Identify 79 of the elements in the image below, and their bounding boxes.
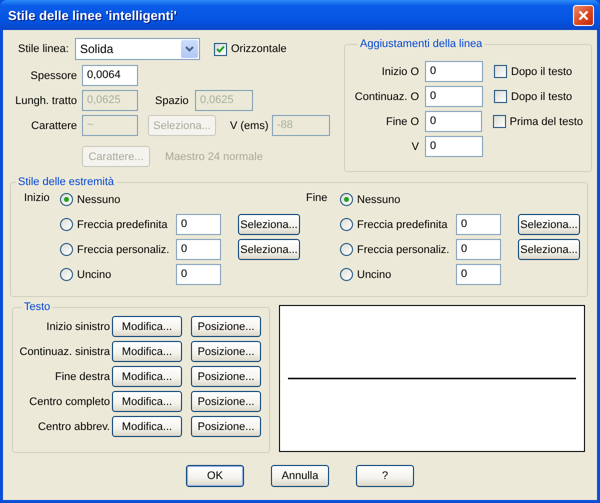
radio-label: Uncino: [357, 268, 392, 280]
group-title: Testo: [23, 301, 52, 313]
radio-button[interactable]: [340, 268, 353, 281]
font-name-label: Maestro 24 normale: [165, 150, 263, 162]
radio-label: Freccia personaliz.: [77, 244, 170, 256]
checkbox[interactable]: [494, 90, 507, 103]
radio-label: Nessuno: [77, 194, 122, 206]
button[interactable]: Posizione...: [191, 416, 261, 437]
style-dropdown[interactable]: Solida: [75, 38, 200, 60]
button[interactable]: Modifica...: [112, 416, 182, 437]
input-field[interactable]: 0: [425, 61, 483, 82]
button[interactable]: OK: [186, 465, 244, 487]
input-field[interactable]: 0: [176, 214, 221, 235]
field-label: V: [410, 140, 419, 152]
radio-label: Uncino: [77, 268, 112, 280]
checkbox-label: Orizzontale: [231, 43, 287, 55]
button[interactable]: ?: [356, 465, 414, 487]
radio-button[interactable]: [60, 268, 73, 281]
radio-button[interactable]: [60, 193, 73, 206]
button[interactable]: Annulla: [271, 465, 329, 487]
field-label: Stile linea:: [18, 43, 70, 55]
field-label: Inizio O: [380, 66, 419, 78]
radio-button[interactable]: [340, 193, 353, 206]
input-field[interactable]: 0: [176, 239, 221, 260]
close-button[interactable]: [573, 4, 594, 26]
field-label: Carattere: [30, 120, 77, 132]
button[interactable]: Posizione...: [191, 391, 261, 412]
group-title: Stile delle estremità: [17, 176, 115, 188]
button[interactable]: Seleziona...: [238, 214, 300, 235]
radio-label: Freccia personaliz.: [357, 244, 450, 256]
input-field[interactable]: 0: [456, 239, 501, 260]
chevron-down-icon: [185, 46, 194, 52]
group-title: Aggiustamenti della linea: [359, 38, 484, 50]
input-field[interactable]: 0: [425, 111, 482, 132]
checkbox[interactable]: [494, 65, 507, 78]
button[interactable]: Modifica...: [112, 316, 182, 337]
field-label: Fine destra: [54, 370, 110, 382]
button[interactable]: Posizione...: [191, 341, 261, 362]
input-field[interactable]: 0,0064: [82, 65, 138, 86]
input-field[interactable]: 0: [176, 264, 221, 285]
input-field[interactable]: 0: [425, 86, 483, 107]
field-label: Continuaz. O: [354, 90, 419, 102]
field-label: V (ems): [230, 120, 267, 132]
button[interactable]: Seleziona...: [238, 239, 300, 260]
checkbox-label: Dopo il testo: [511, 90, 572, 102]
window-title: Stile delle linee 'intelligenti': [8, 8, 177, 22]
button[interactable]: Posizione...: [191, 366, 261, 387]
button[interactable]: Posizione...: [191, 316, 261, 337]
field-label: Spessore: [30, 70, 77, 82]
field-label: Fine: [306, 192, 328, 204]
field-label: Inizio: [24, 192, 51, 204]
checkbox-label: Dopo il testo: [511, 66, 572, 78]
checkbox[interactable]: [492, 115, 506, 128]
input-field[interactable]: 0: [425, 136, 483, 157]
close-icon: [578, 10, 589, 20]
check-icon: [216, 45, 225, 53]
field-label: Fine O: [384, 116, 419, 128]
radio-label: Freccia predefinita: [357, 218, 448, 230]
radio-button[interactable]: [340, 243, 353, 256]
button[interactable]: Modifica...: [112, 341, 182, 362]
field-label: Centro abbrev.: [37, 420, 110, 432]
input-field[interactable]: 0: [456, 214, 501, 235]
radio-label: Nessuno: [357, 194, 402, 206]
field-label: Spazio: [155, 94, 190, 106]
field-label: Lungh. tratto: [14, 94, 77, 106]
radio-button[interactable]: [60, 243, 73, 256]
button[interactable]: Modifica...: [112, 391, 182, 412]
button[interactable]: Modifica...: [112, 366, 182, 387]
button[interactable]: Seleziona...: [518, 239, 580, 260]
field-label: Continuaz. sinistra: [18, 346, 110, 358]
input-field[interactable]: 0: [456, 264, 501, 285]
radio-button[interactable]: [60, 218, 73, 231]
checkbox[interactable]: [214, 42, 227, 56]
button[interactable]: Seleziona...: [518, 214, 580, 235]
field-label: Centro completo: [28, 396, 110, 408]
radio-button[interactable]: [340, 218, 353, 231]
radio-label: Freccia predefinita: [77, 218, 168, 230]
field-label: Inizio sinistro: [45, 320, 110, 332]
checkbox-label: Prima del testo: [510, 116, 583, 128]
